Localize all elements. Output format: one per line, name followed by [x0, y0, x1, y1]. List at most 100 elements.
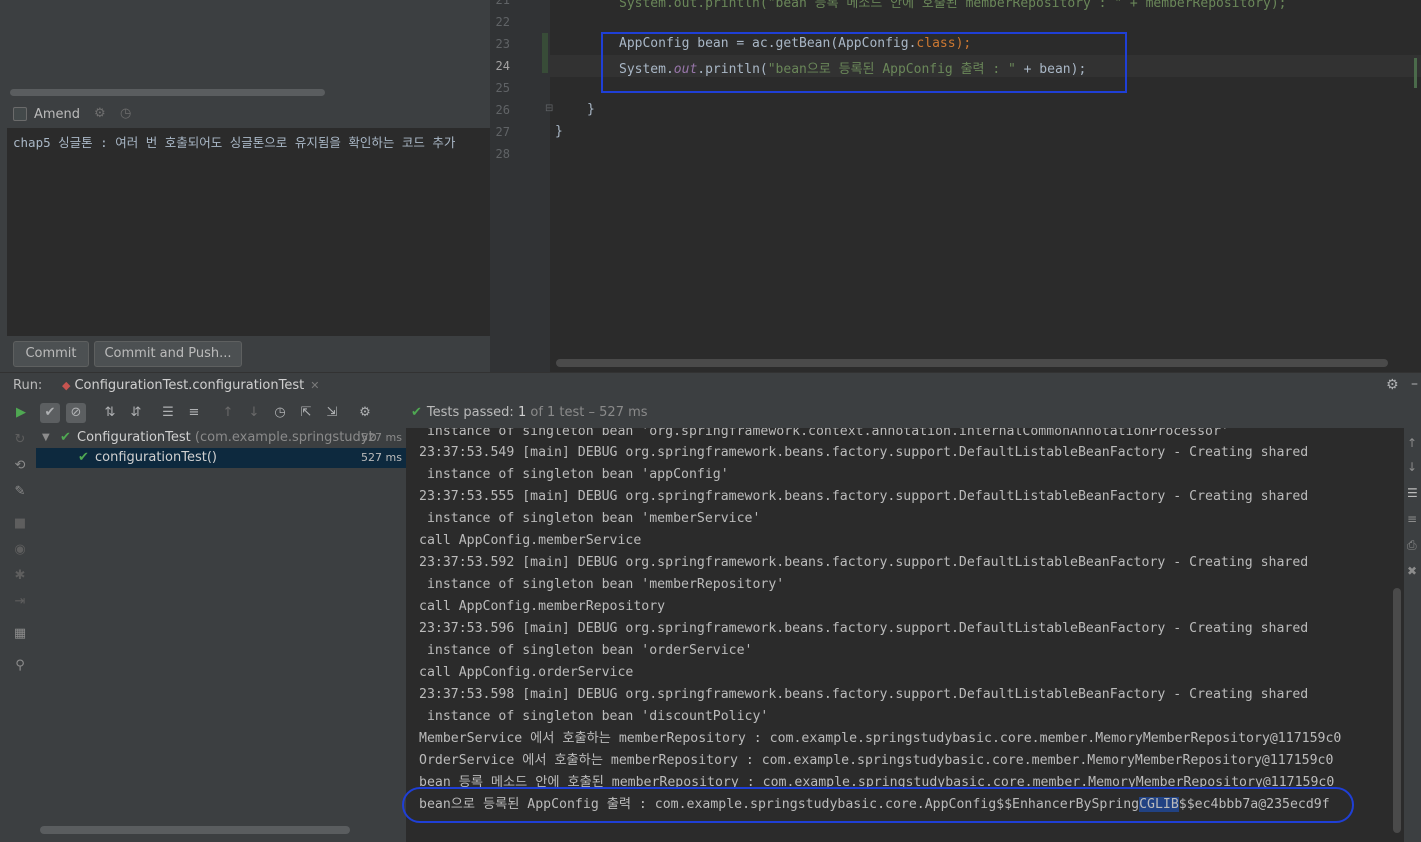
- minimize-icon[interactable]: –: [1411, 376, 1418, 392]
- line-number: 28: [495, 147, 510, 161]
- commit-scrollbar[interactable]: [10, 89, 325, 96]
- console-line: call AppConfig.orderService: [419, 665, 634, 680]
- import-tests-icon[interactable]: ⇱: [296, 403, 316, 423]
- show-passed-icon[interactable]: ✔: [40, 403, 60, 423]
- test-duration: 527 ms: [361, 431, 402, 444]
- console-line: instance of singleton bean 'memberReposi…: [419, 577, 785, 592]
- test-class-package: (com.example.springstudyb: [190, 430, 377, 445]
- code-line-26: }: [587, 102, 595, 117]
- annotation-ellipse: [402, 787, 1354, 823]
- test-method-name: configurationTest(): [95, 450, 217, 465]
- amend-checkbox[interactable]: [13, 107, 27, 121]
- console-line: 23:37:53.555 [main] DEBUG org.springfram…: [419, 489, 1309, 504]
- console-line: 23:37:53.596 [main] DEBUG org.springfram…: [419, 621, 1309, 636]
- gear-icon[interactable]: ⚙: [94, 107, 106, 120]
- tree-row-test[interactable]: ✔ configurationTest() 527 ms: [36, 448, 406, 468]
- soft-wrap-icon[interactable]: ☰: [1407, 486, 1421, 500]
- status-prefix: Tests passed:: [426, 405, 518, 420]
- run-label: Run:: [13, 378, 43, 393]
- check-icon: ✔: [60, 430, 71, 445]
- check-icon: ✔: [78, 450, 89, 465]
- console-line: instance of singleton bean 'memberServic…: [419, 511, 761, 526]
- export-tests-icon[interactable]: ⇲: [322, 403, 342, 423]
- print-icon[interactable]: ⎙: [1407, 538, 1421, 553]
- console-vertical-scrollbar[interactable]: [1393, 588, 1401, 833]
- scroll-to-end-icon[interactable]: ≡: [1407, 512, 1421, 526]
- code-line-27: }: [555, 124, 563, 139]
- sort-alpha-icon[interactable]: ⇅: [100, 403, 120, 423]
- tree-horizontal-scrollbar[interactable]: [40, 826, 350, 834]
- line-number: 22: [495, 15, 510, 29]
- line-number: 23: [495, 37, 510, 51]
- gear-icon[interactable]: ⚙: [1386, 377, 1399, 393]
- tests-passed-status: ✔ Tests passed: 1 of 1 test – 527 ms: [411, 405, 648, 420]
- test-toolbar: ▶ ✔ ⊘ ⇅ ⇵ ☰ ≡ ↑ ↓ ◷ ⇱ ⇲ ⚙ ✔ Tests passed:…: [0, 398, 1421, 428]
- line-number: 27: [495, 125, 510, 139]
- run-tab-title: ConfigurationTest.configurationTest: [74, 378, 305, 393]
- debug-icon[interactable]: ✱: [12, 568, 28, 584]
- status-suffix: of 1 test – 527 ms: [526, 405, 648, 420]
- console-line: OrderService 에서 호출하는 memberRepository : …: [419, 753, 1334, 768]
- commit-button[interactable]: Commit: [13, 341, 89, 367]
- chevron-down-icon[interactable]: ▼: [42, 428, 50, 448]
- history-icon[interactable]: ◷: [120, 107, 132, 120]
- status-count: 1: [517, 405, 527, 420]
- layout-icon[interactable]: ▦: [12, 626, 28, 642]
- exit-icon[interactable]: ⇥: [12, 594, 28, 610]
- console-line: call AppConfig.memberRepository: [419, 599, 666, 614]
- test-class-name: ConfigurationTest (com.example.springstu…: [77, 428, 377, 448]
- fold-icon[interactable]: ⊟: [545, 103, 553, 114]
- console-line: 23:37:53.592 [main] DEBUG org.springfram…: [419, 555, 1309, 570]
- prev-failed-icon[interactable]: ↑: [218, 403, 238, 423]
- toggle-autotest-icon[interactable]: ⟲: [12, 458, 28, 474]
- run-tab[interactable]: ◆ ConfigurationTest.configurationTest ✕: [62, 378, 319, 393]
- console-line: instance of singleton bean 'orderService…: [419, 643, 753, 658]
- console-line: call AppConfig.memberService: [419, 533, 642, 548]
- console-line: 23:37:53.549 [main] DEBUG org.springfram…: [419, 445, 1309, 460]
- run-tool-window-header: Run: ◆ ConfigurationTest.configurationTes…: [0, 372, 1421, 399]
- console-output[interactable]: instance of singleton bean 'org.springfr…: [406, 428, 1389, 842]
- console-line: instance of singleton bean 'discountPoli…: [419, 709, 769, 724]
- commit-message-text: chap5 싱글톤 : 여러 번 호출되어도 싱글톤으로 유지됨을 확인하는 코…: [13, 135, 456, 150]
- close-icon[interactable]: ✕: [310, 379, 319, 392]
- test-class-label: ConfigurationTest: [77, 430, 191, 445]
- line-number: 25: [495, 81, 510, 95]
- annotation-box: [601, 32, 1127, 93]
- trash-icon[interactable]: ✖: [1407, 564, 1421, 578]
- rerun-failed-icon[interactable]: ↻: [12, 432, 28, 448]
- test-tree: ▼ ✔ ConfigurationTest (com.example.sprin…: [36, 428, 406, 842]
- commit-and-push-button[interactable]: Commit and Push...: [94, 341, 242, 367]
- run-side-toolbar: ↻ ⟲ ✎ ■ ◉ ✱ ⇥ ▦ ⚲: [0, 428, 36, 842]
- pin-icon[interactable]: ⚲: [12, 658, 28, 674]
- console-line: MemberService 에서 호출하는 memberRepository :…: [419, 731, 1342, 746]
- editor-horizontal-scrollbar[interactable]: [556, 359, 1388, 367]
- vcs-change-marker: [542, 33, 548, 73]
- stop-icon[interactable]: ■: [12, 516, 28, 532]
- commit-message-field[interactable]: chap5 싱글톤 : 여러 번 호출되어도 싱글톤으로 유지됨을 확인하는 코…: [7, 128, 490, 336]
- sort-duration-icon[interactable]: ⇵: [126, 403, 146, 423]
- check-icon: ✔: [411, 405, 422, 420]
- expand-all-icon[interactable]: ☰: [158, 403, 178, 423]
- next-failed-icon[interactable]: ↓: [244, 403, 264, 423]
- scroll-down-icon[interactable]: ↓: [1407, 460, 1421, 474]
- camera-icon[interactable]: ◉: [12, 542, 28, 558]
- scroll-up-icon[interactable]: ↑: [1407, 436, 1421, 450]
- amend-label: Amend: [34, 106, 81, 122]
- test-history-icon[interactable]: ◷: [270, 403, 290, 423]
- tree-row-root[interactable]: ▼ ✔ ConfigurationTest (com.example.sprin…: [36, 428, 406, 448]
- collapse-all-icon[interactable]: ≡: [184, 403, 204, 423]
- show-ignored-icon[interactable]: ⊘: [66, 403, 86, 423]
- commit-panel: Amend ⚙ ◷ chap5 싱글톤 : 여러 번 호출되어도 싱글톤으로 유…: [0, 0, 490, 372]
- console-line: instance of singleton bean 'appConfig': [419, 467, 729, 482]
- console-side-toolbar: ↑ ↓ ☰ ≡ ⎙ ✖: [1404, 428, 1421, 842]
- console-line: instance of singleton bean 'org.springfr…: [419, 428, 1229, 439]
- editor-gutter: 21 22 23 24 25 26 27 28 ⊟: [490, 0, 553, 372]
- line-number: 24: [495, 59, 510, 73]
- rerun-icon[interactable]: ▶: [11, 403, 31, 423]
- wrench-icon[interactable]: ✎: [12, 484, 28, 500]
- error-stripe-marker[interactable]: [1414, 58, 1417, 88]
- code-line-21: System.out.println("bean 등록 메소드 안에 호출된 m…: [619, 0, 1287, 11]
- gear-icon[interactable]: ⚙: [355, 403, 375, 423]
- line-number: 21: [495, 0, 510, 7]
- line-number: 26: [495, 103, 510, 117]
